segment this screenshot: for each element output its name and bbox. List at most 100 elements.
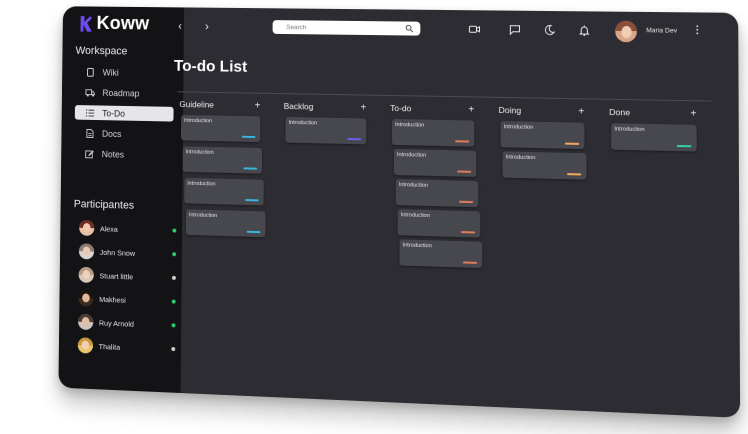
avatar [77, 337, 94, 354]
chat-icon[interactable] [509, 24, 521, 36]
card-title: Introduction [396, 152, 427, 159]
sidebar-item-docs[interactable]: Docs [75, 125, 174, 142]
card-color-bar [455, 140, 470, 143]
sidebar-item-todo[interactable]: To-Do [74, 105, 174, 122]
page-title: To-do List [173, 58, 248, 76]
task-card[interactable]: Introduction [399, 239, 483, 269]
card-color-bar [243, 167, 258, 170]
avatar [78, 313, 94, 331]
search-icon [405, 24, 413, 33]
avatar [78, 266, 94, 283]
participant-alexa[interactable]: Alexa [79, 219, 177, 239]
card-color-bar [347, 137, 362, 141]
card-title: Introduction [187, 180, 216, 188]
card-title: Introduction [400, 212, 431, 220]
participant-name: John Snow [99, 247, 136, 258]
bell-icon[interactable] [578, 24, 590, 36]
card-title: Introduction [188, 212, 218, 220]
card-title: Introduction [398, 182, 429, 189]
user-avatar[interactable] [615, 20, 637, 43]
add-card-plus-icon[interactable]: + [578, 106, 584, 117]
column-guideline: Guideline + [179, 97, 260, 112]
add-card-plus-icon[interactable]: + [468, 104, 474, 115]
card-color-bar [458, 200, 474, 204]
column-title: Guideline [179, 99, 214, 110]
app-window: Koww Workspace Wiki Roadmap To-Do Docs N… [58, 6, 741, 418]
task-card[interactable]: Introduction [182, 146, 263, 174]
task-card[interactable]: Introduction [285, 116, 367, 145]
user-name[interactable]: Maria Dev [646, 27, 677, 34]
status-online-dot [171, 299, 176, 304]
task-card[interactable]: Introduction [611, 123, 697, 152]
edit-icon [83, 148, 96, 158]
add-card-plus-icon[interactable]: + [255, 100, 261, 111]
add-card-plus-icon[interactable]: + [361, 102, 367, 113]
participant-ruy-arnold[interactable]: Ruy Arnold [78, 313, 176, 334]
main-content: ‹ › Search Maria Dev ⋮ To-do List Guidel… [174, 7, 741, 418]
participant-makhesi[interactable]: Makhesi [78, 289, 176, 310]
card-color-bar [676, 144, 692, 148]
task-card[interactable]: Introduction [180, 114, 261, 143]
task-card[interactable]: Introduction [500, 121, 585, 150]
sidebar: Koww Workspace Wiki Roadmap To-Do Docs N… [58, 6, 185, 394]
column-title: Doing [498, 104, 522, 116]
participants-title: Participantes [73, 198, 135, 212]
task-card[interactable]: Introduction [395, 179, 479, 208]
card-color-bar [246, 230, 261, 234]
participant-thalita[interactable]: Thalita [77, 336, 176, 358]
logo[interactable]: Koww [80, 13, 150, 35]
search-placeholder: Search [286, 23, 307, 31]
card-title: Introduction [402, 242, 432, 250]
avatar [78, 243, 95, 260]
truck-icon [84, 87, 97, 97]
participant-name: Makhesi [99, 294, 126, 305]
card-color-bar [564, 142, 580, 145]
add-card-plus-icon[interactable]: + [690, 108, 696, 119]
sidebar-item-label: Notes [101, 148, 125, 160]
card-title: Introduction [185, 149, 214, 156]
card-color-bar [245, 199, 259, 202]
forward-chevron-icon[interactable]: › [205, 19, 209, 33]
moon-icon[interactable] [543, 24, 555, 36]
status-offline-dot [171, 275, 176, 280]
sidebar-item-label: Roadmap [102, 87, 140, 98]
task-card[interactable]: Introduction [393, 148, 477, 177]
sidebar-item-notes[interactable]: Notes [74, 146, 173, 163]
card-color-bar [457, 170, 472, 173]
card-color-bar [241, 135, 256, 139]
participant-stuart-little[interactable]: Stuart little [78, 266, 176, 287]
card-title: Introduction [183, 117, 213, 125]
card-color-bar [460, 231, 476, 234]
column-done: Done + [609, 105, 696, 121]
sidebar-item-wiki[interactable]: Wiki [75, 64, 174, 80]
card-title: Introduction [614, 126, 645, 134]
sidebar-item-roadmap[interactable]: Roadmap [75, 85, 174, 101]
task-card[interactable]: Introduction [392, 118, 475, 147]
sidebar-item-label: Docs [101, 128, 122, 139]
app-name: Koww [96, 13, 150, 35]
participant-name: Thalita [98, 341, 121, 352]
status-online-dot [172, 252, 177, 257]
task-card[interactable]: Introduction [397, 209, 481, 238]
video-icon[interactable] [468, 23, 480, 35]
card-title: Introduction [288, 119, 318, 127]
participant-name: Alexa [99, 223, 118, 234]
list-icon [83, 108, 96, 118]
search-input[interactable]: Search [272, 20, 421, 36]
column-title: To-do [390, 102, 412, 114]
participant-john-snow[interactable]: John Snow [78, 242, 177, 263]
column-doing: Doing + [499, 103, 585, 119]
participant-name: Stuart little [99, 270, 134, 281]
column-title: Done [609, 106, 631, 118]
task-card[interactable]: Introduction [184, 177, 264, 206]
task-card[interactable]: Introduction [185, 209, 266, 238]
more-options-icon[interactable]: ⋮ [692, 25, 703, 36]
card-title: Introduction [505, 154, 536, 162]
avatar [79, 219, 95, 237]
avatar [78, 290, 94, 307]
koww-logo-icon [80, 16, 92, 32]
back-chevron-icon[interactable]: ‹ [178, 19, 182, 33]
status-online-dot [172, 228, 177, 233]
task-card[interactable]: Introduction [502, 151, 587, 180]
sidebar-item-label: Wiki [102, 67, 119, 78]
